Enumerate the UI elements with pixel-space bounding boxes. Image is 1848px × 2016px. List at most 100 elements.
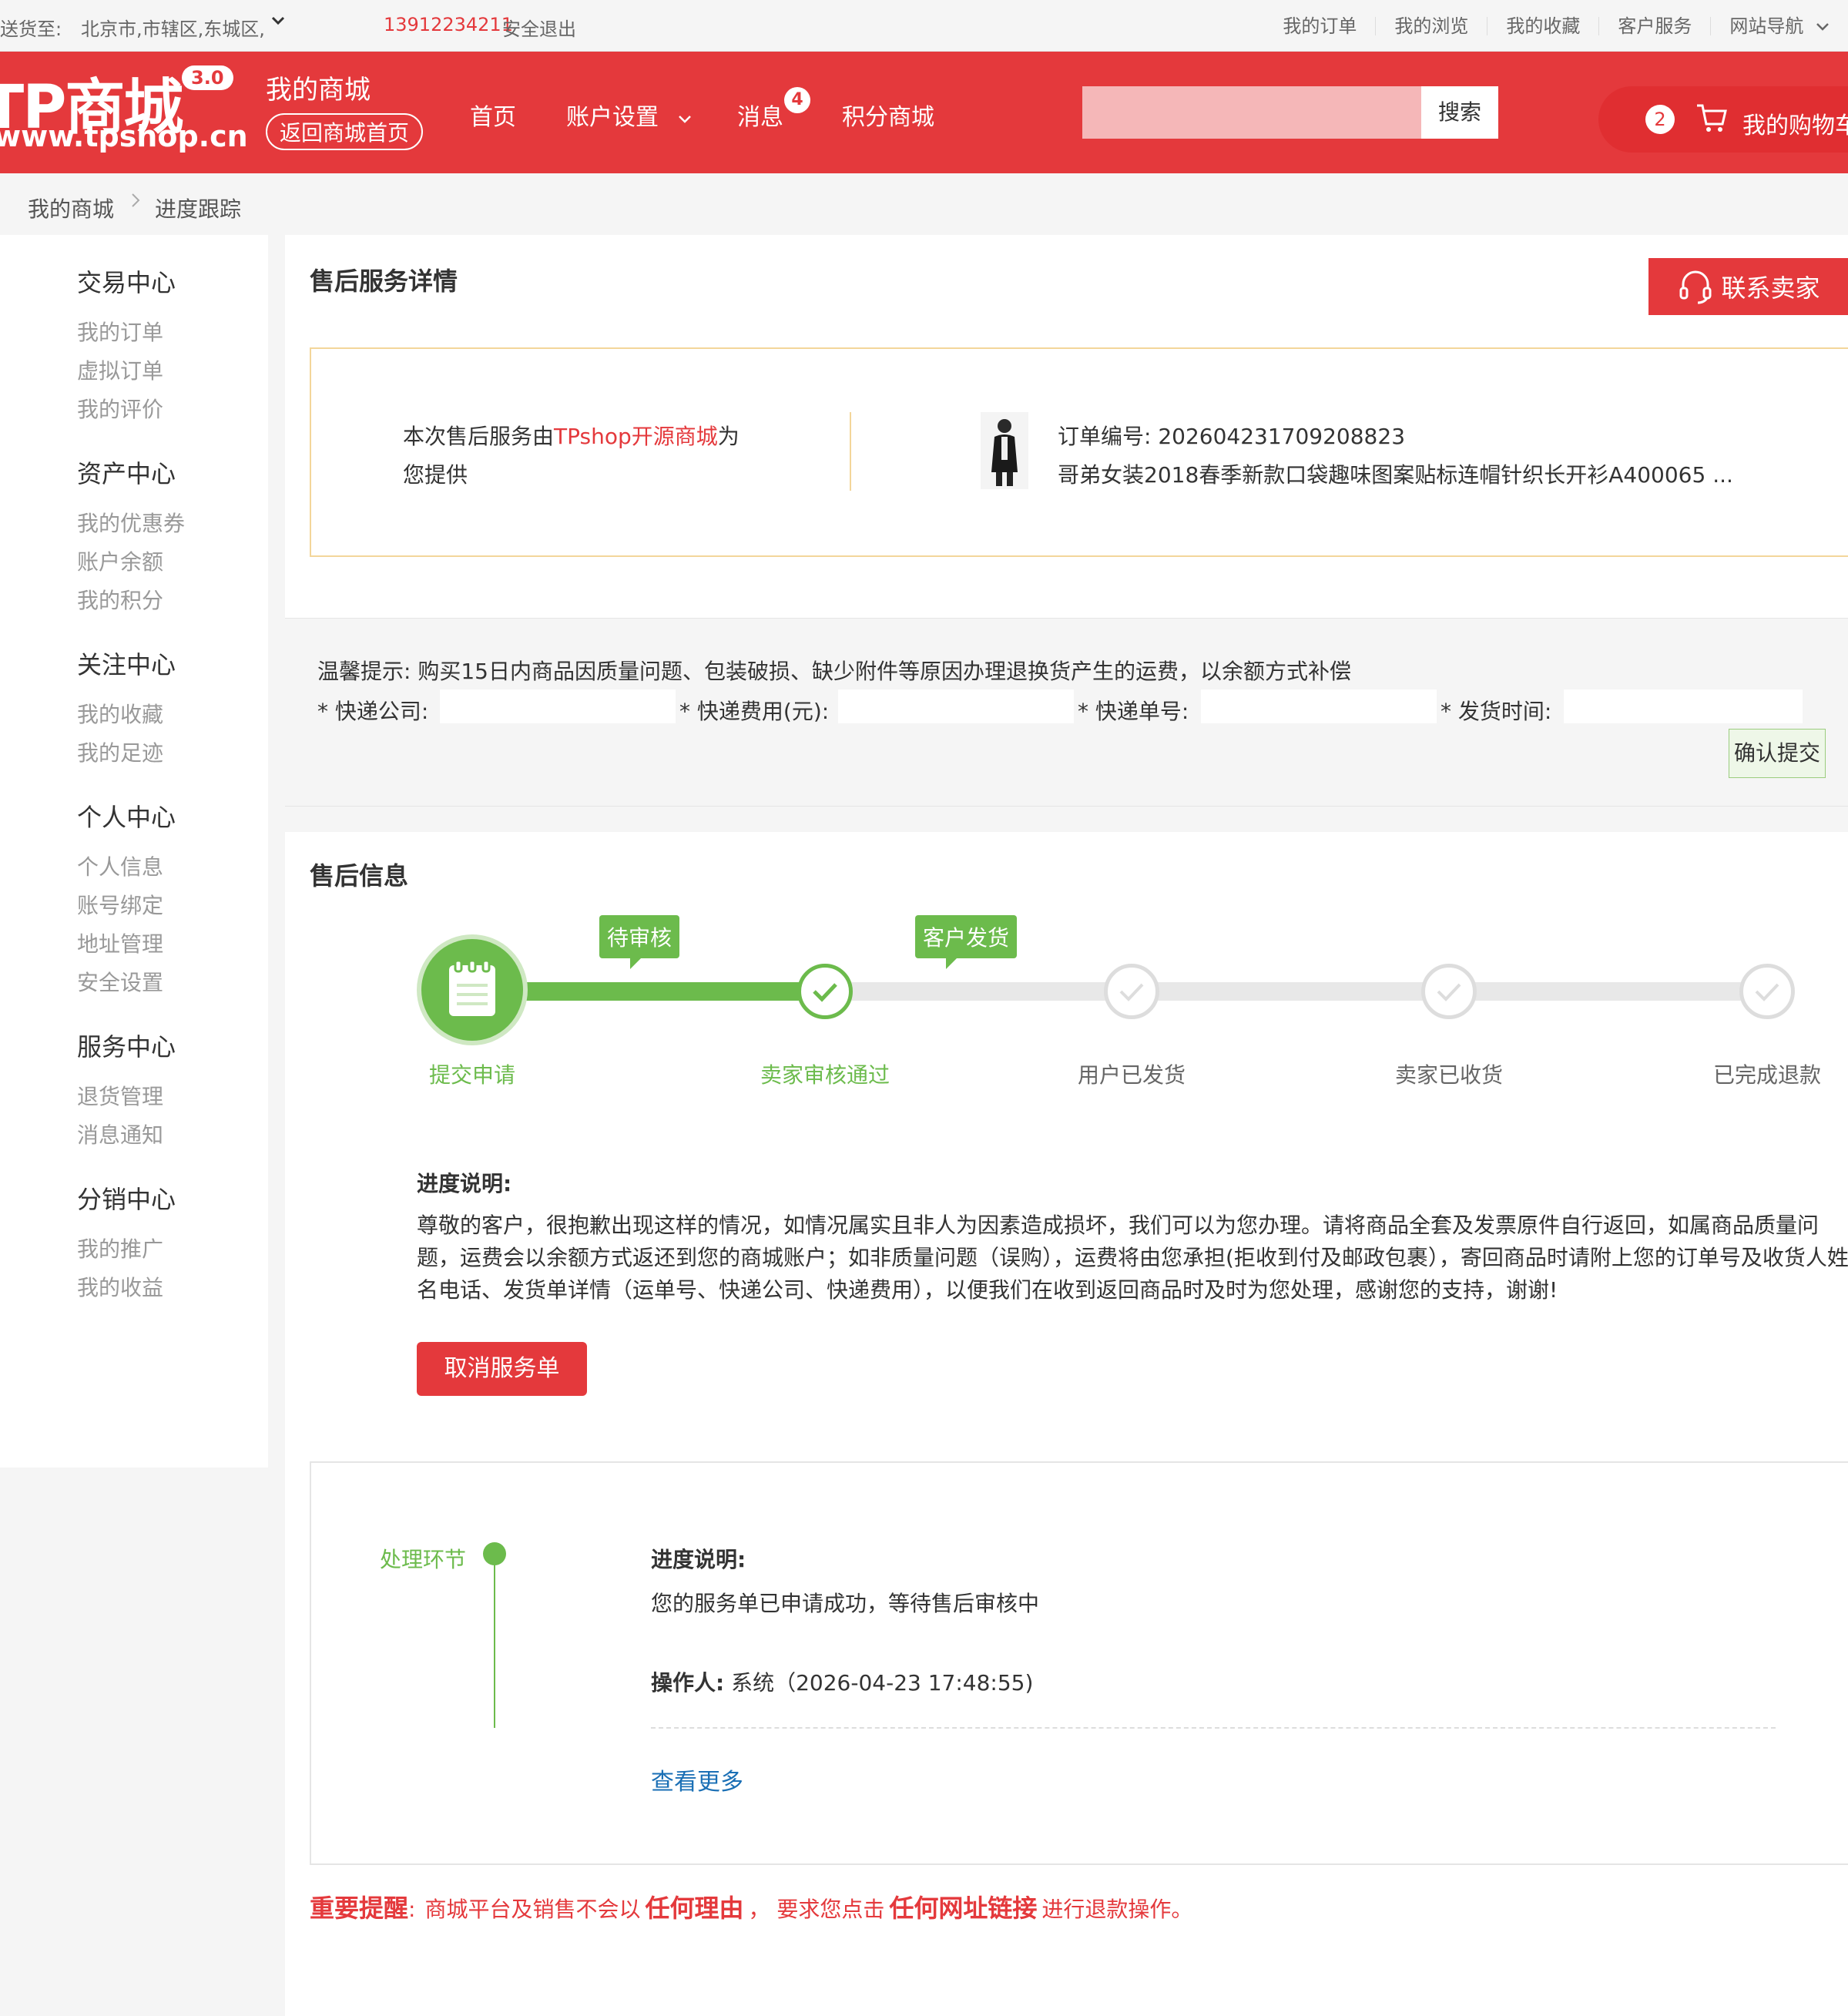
sidebar-item-points[interactable]: 我的积分 xyxy=(77,584,163,615)
nav-home[interactable]: 首页 xyxy=(470,98,516,132)
product-name[interactable]: 哥弟女装2018春季新款口袋趣味图案贴标连帽针织长开衫A400065 ... xyxy=(1058,458,1733,489)
top-link-history[interactable]: 我的浏览 xyxy=(1375,16,1487,35)
nav-points-mall[interactable]: 积分商城 xyxy=(842,98,934,132)
step-label-approved: 卖家审核通过 xyxy=(760,1062,890,1088)
step-user-shipped-check-icon xyxy=(1104,964,1159,1019)
order-number-value: 202604231709208823 xyxy=(1158,424,1406,449)
tracking-input[interactable] xyxy=(1201,689,1437,723)
notice-sep: : xyxy=(408,1897,416,1922)
step-seller-received-check-icon xyxy=(1421,964,1477,1019)
sidebar-item-address[interactable]: 地址管理 xyxy=(77,927,163,958)
notice-strong-1: 任何理由 xyxy=(645,1894,744,1923)
provider-line2: 您提供 xyxy=(403,462,468,488)
sidebar-item-earnings[interactable]: 我的收益 xyxy=(77,1271,163,1302)
contact-seller-label: 联系卖家 xyxy=(1721,273,1820,303)
step-refund-done-check-icon xyxy=(1739,964,1795,1019)
my-mall-title: 我的商城 xyxy=(266,75,371,106)
product-thumbnail[interactable] xyxy=(981,412,1028,489)
log-progress-text: 您的服务单已申请成功，等待售后审核中 xyxy=(651,1591,1040,1616)
back-home-button[interactable]: 返回商城首页 xyxy=(266,113,424,150)
provider-suffix: 为 xyxy=(717,424,740,449)
progress-desc-title: 进度说明: xyxy=(417,1171,512,1196)
cancel-service-button[interactable]: 取消服务单 xyxy=(417,1342,587,1396)
log-separator xyxy=(651,1727,1776,1729)
top-link-service[interactable]: 客户服务 xyxy=(1598,16,1710,35)
order-number-label: 订单编号: xyxy=(1058,424,1152,449)
chevron-down-icon[interactable] xyxy=(270,12,287,34)
confirm-submit-button[interactable]: 确认提交 xyxy=(1729,729,1826,778)
top-links: 我的订单 我的浏览 我的收藏 客户服务 网站导航 xyxy=(1264,0,1848,52)
sidebar-item-notifications[interactable]: 消息通知 xyxy=(77,1119,163,1149)
sidebar-item-security[interactable]: 安全设置 xyxy=(77,966,163,997)
log-dot xyxy=(483,1542,506,1565)
ship-time-label: * 发货时间: xyxy=(1441,699,1552,724)
cart-count-badge: 2 xyxy=(1645,105,1675,134)
service-info-box xyxy=(310,347,1848,557)
step-label-seller-received: 卖家已收货 xyxy=(1394,1062,1503,1088)
sidebar-item-my-reviews[interactable]: 我的评价 xyxy=(77,393,163,424)
breadcrumb-root[interactable]: 我的商城 xyxy=(28,193,114,223)
ship-address[interactable]: 北京市,市辖区,东城区, xyxy=(81,14,265,41)
detail-title: 售后服务详情 xyxy=(310,267,458,296)
sidebar-group-trade: 交易中心 xyxy=(77,268,176,297)
important-notice: 重要提醒: 商城平台及销售不会以 任何理由， 要求您点击 任何网址链接 进行退款操作。 xyxy=(310,1889,1192,1924)
top-link-orders[interactable]: 我的订单 xyxy=(1264,17,1375,35)
sidebar-item-profile[interactable]: 个人信息 xyxy=(77,850,163,881)
breadcrumb-current: 进度跟踪 xyxy=(155,196,242,222)
courier-label: * 快递公司: xyxy=(317,699,429,724)
nav-account-label: 账户设置 xyxy=(566,104,659,131)
notice-text-2: ， 要求您点击 xyxy=(748,1897,885,1922)
sidebar-item-my-orders[interactable]: 我的订单 xyxy=(77,316,163,347)
site-header: TP商城 3.0 www.tpshop.cn 我的商城 返回商城首页 首页 账户… xyxy=(0,52,1848,173)
sidebar-item-favorites[interactable]: 我的收藏 xyxy=(77,698,163,729)
ship-time-input[interactable] xyxy=(1564,689,1803,723)
message-count-badge: 4 xyxy=(784,87,810,113)
divider xyxy=(850,412,851,491)
sidebar-item-returns[interactable]: 退货管理 xyxy=(77,1080,163,1111)
provider-prefix: 本次售后服务由 xyxy=(403,424,555,449)
log-operator-value: 系统（2026-04-23 17:48:55) xyxy=(731,1670,1034,1696)
contact-seller-button[interactable]: 联系卖家 xyxy=(1648,258,1848,315)
step-label-refunded: 已完成退款 xyxy=(1712,1062,1821,1088)
sidebar-item-footprints[interactable]: 我的足迹 xyxy=(77,736,163,767)
sidebar-item-balance[interactable]: 账户余额 xyxy=(77,545,163,576)
tracking-label: * 快递单号: xyxy=(1078,699,1189,724)
nav-messages[interactable]: 消息 xyxy=(737,98,783,132)
courier-input[interactable] xyxy=(440,689,676,723)
log-operator-label: 操作人: xyxy=(651,1670,725,1696)
order-number: 订单编号: 202604231709208823 xyxy=(1058,420,1405,451)
top-link-favorites[interactable]: 我的收藏 xyxy=(1487,16,1598,35)
cart-label: 我的购物车 xyxy=(1742,112,1848,139)
sidebar-item-virtual-orders[interactable]: 虚拟订单 xyxy=(77,354,163,385)
nav-account-settings[interactable]: 账户设置 xyxy=(566,98,693,132)
top-link-sitenav[interactable]: 网站导航 xyxy=(1710,16,1848,35)
sidebar-group-personal: 个人中心 xyxy=(77,803,176,832)
breadcrumb-separator-icon xyxy=(129,190,142,215)
top-bar: 送货至: 北京市,市辖区,东城区, 13912234211 安全退出 我的订单 … xyxy=(0,0,1848,52)
step-submit-icon xyxy=(417,934,528,1045)
process-log xyxy=(310,1461,1848,1865)
sidebar-item-account-binding[interactable]: 账号绑定 xyxy=(77,889,163,920)
step-label-submit: 提交申请 xyxy=(428,1062,515,1088)
sidebar-group-assets: 资产中心 xyxy=(77,459,176,488)
chevron-down-icon xyxy=(678,116,691,123)
shipping-tip: 温馨提示: 购买15日内商品因质量问题、包装破损、缺少附件等原因办理退换货产生的… xyxy=(317,659,1351,684)
sidebar-item-promotion[interactable]: 我的推广 xyxy=(77,1233,163,1263)
step-label-user-shipped: 用户已发货 xyxy=(1077,1062,1186,1088)
tag-customer-ship: 客户发货 xyxy=(915,915,1018,969)
progress-desc-text: 尊敬的客户，很抱歉出现这样的情况，如情况属实且非人为因素造成损坏，我们可以为您办… xyxy=(417,1213,1848,1303)
log-timeline xyxy=(494,1564,495,1728)
logout-link[interactable]: 安全退出 xyxy=(502,14,576,41)
provider-name[interactable]: TPshop开源商城 xyxy=(554,424,718,449)
user-phone[interactable]: 13912234211 xyxy=(384,14,513,35)
log-stage-label: 处理环节 xyxy=(380,1547,467,1572)
sidebar-item-coupons[interactable]: 我的优惠券 xyxy=(77,507,185,538)
view-more-link[interactable]: 查看更多 xyxy=(651,1763,743,1796)
sidebar-group-follow: 关注中心 xyxy=(77,650,176,679)
log-operator: 操作人: 系统（2026-04-23 17:48:55) xyxy=(651,1666,1033,1697)
tag-pending-review: 待审核 xyxy=(599,915,680,969)
search-button[interactable]: 搜索 xyxy=(1421,86,1498,139)
notice-title: 重要提醒 xyxy=(310,1894,409,1923)
fee-input[interactable] xyxy=(838,689,1074,723)
progress-bar-todo xyxy=(826,982,1781,1001)
